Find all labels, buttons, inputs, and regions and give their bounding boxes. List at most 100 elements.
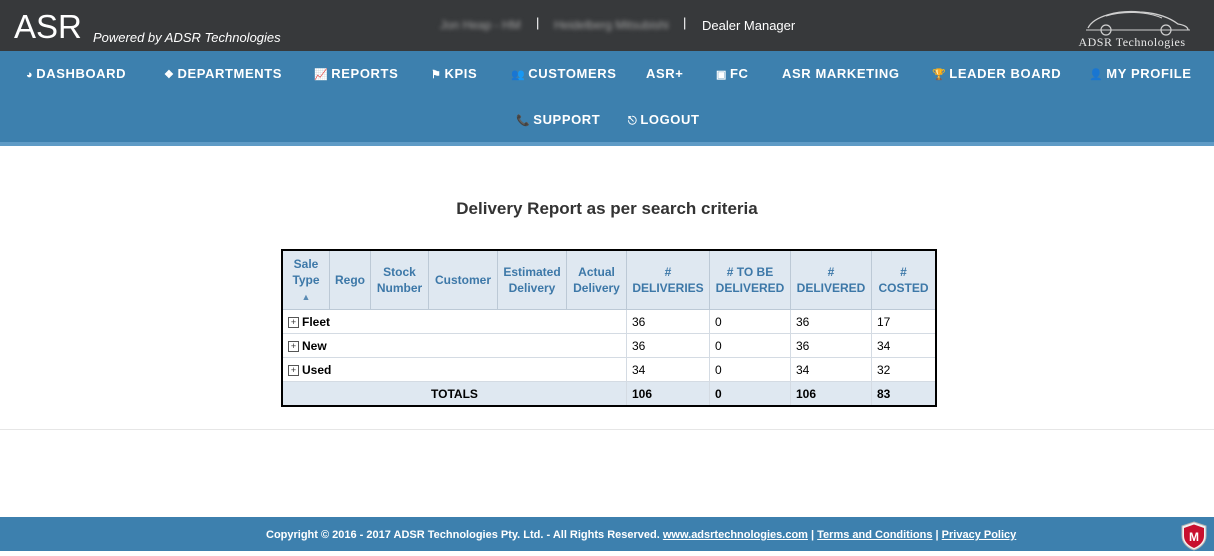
nav-dashboard[interactable]: ◕ DASHBOARD	[26, 66, 126, 81]
col-delivered[interactable]: # DELIVERED	[790, 249, 872, 310]
table-row: + Fleet 36 0 36 17	[281, 309, 937, 334]
nav-label: CUSTOMERS	[528, 66, 617, 81]
money-icon: ▣	[716, 69, 727, 81]
delivered-cell: 36	[790, 309, 872, 334]
page-footer: Copyright © 2016 - 2017 ADSR Technologie…	[0, 517, 1214, 551]
group-cell: + Fleet	[281, 309, 627, 334]
user-name: Jon Heap - HM	[440, 18, 521, 32]
header-text: #	[664, 265, 672, 279]
delivery-report-table: Sale Type ▲ Rego Stock Number Customer Es…	[281, 249, 937, 407]
col-actual-delivery[interactable]: Actual Delivery	[566, 249, 627, 310]
nav-label: FC	[730, 66, 749, 81]
car-logo-icon	[1086, 10, 1190, 36]
expand-icon[interactable]: +	[288, 316, 299, 328]
nav-reports[interactable]: 📈 REPORTS	[314, 66, 398, 81]
app-brand[interactable]: ASR	[14, 9, 82, 45]
group-label: Used	[302, 362, 332, 377]
nav-label: DEPARTMENTS	[177, 66, 283, 81]
nav-departments[interactable]: ❖ DEPARTMENTS	[164, 66, 282, 81]
sort-asc-icon: ▲	[301, 291, 311, 302]
header-text: Customer	[434, 273, 491, 287]
table-header-row: Sale Type ▲ Rego Stock Number Customer Es…	[281, 249, 937, 310]
col-estimated-delivery[interactable]: Estimated Delivery	[497, 249, 567, 310]
to-be-delivered-cell: 0	[709, 357, 791, 382]
header-text: Delivery	[508, 281, 556, 295]
users-icon: 👥	[511, 69, 526, 81]
col-rego[interactable]: Rego	[329, 249, 371, 310]
security-badge-icon[interactable]: M	[1180, 521, 1208, 551]
nav-leader-board[interactable]: 🏆 LEADER BOARD	[932, 66, 1061, 81]
footer-separator: |	[935, 529, 939, 541]
report-title: Delivery Report as per search criteria	[456, 199, 758, 218]
header-text: DELIVERED	[796, 281, 866, 295]
shield-icon: M	[1181, 521, 1207, 551]
nav-customers[interactable]: 👥 CUSTOMERS	[511, 66, 617, 81]
nav-label: SUPPORT	[533, 112, 601, 127]
deliveries-cell: 34	[626, 357, 710, 382]
header-separator: |	[536, 15, 540, 30]
footer-separator: |	[811, 529, 815, 541]
expand-icon[interactable]: +	[288, 364, 299, 376]
nav-kpis[interactable]: ⚑ KPIS	[431, 66, 477, 81]
terms-link[interactable]: Terms and Conditions	[817, 529, 932, 541]
to-be-delivered-cell: 0	[709, 333, 791, 358]
header-text: Stock	[383, 265, 416, 279]
group-cell: + Used	[281, 357, 627, 382]
nav-fc[interactable]: ▣ FC	[716, 66, 749, 81]
header-text: #	[900, 265, 907, 279]
user-role: Dealer Manager	[702, 18, 796, 33]
header-text: COSTED	[878, 281, 929, 295]
nav-label: ASR MARKETING	[782, 66, 900, 81]
expand-icon[interactable]: +	[288, 340, 299, 352]
footer-text: Copyright © 2016 - 2017 ADSR Technologie…	[266, 529, 1016, 541]
delivered-cell: 34	[790, 357, 872, 382]
header-text: DELIVERIES	[632, 281, 704, 295]
nav-label: MY PROFILE	[1106, 66, 1192, 81]
deliveries-cell: 36	[626, 309, 710, 334]
badge-letter: M	[1189, 530, 1199, 544]
adsr-logo: ADSR Technologies	[1066, 6, 1198, 49]
header-text: Type	[292, 272, 320, 287]
total-delivered: 106	[790, 381, 872, 407]
privacy-link[interactable]: Privacy Policy	[942, 529, 1017, 541]
total-deliveries: 106	[626, 381, 710, 407]
costed-cell: 34	[871, 333, 937, 358]
header-text: Number	[376, 281, 423, 295]
nav-label: DASHBOARD	[36, 66, 127, 81]
nav-support[interactable]: 📞 SUPPORT	[516, 112, 600, 127]
nav-asr-plus[interactable]: ASR+	[646, 66, 683, 81]
deliveries-cell: 36	[626, 333, 710, 358]
nav-label: ASR+	[646, 66, 684, 81]
group-cell: + New	[281, 333, 627, 358]
to-be-delivered-cell: 0	[709, 309, 791, 334]
line-chart-icon: 📈	[314, 69, 329, 81]
flag-icon: ⚑	[431, 69, 442, 81]
main-nav: ◕ DASHBOARD ❖ DEPARTMENTS 📈 REPORTS ⚑ KPIS 👥…	[0, 51, 1214, 142]
nav-my-profile[interactable]: 👤 MY PROFILE	[1089, 66, 1192, 81]
col-sale-type[interactable]: Sale Type ▲	[281, 249, 330, 310]
totals-label: TOTALS	[281, 381, 627, 407]
content-divider	[0, 429, 1214, 430]
col-customer[interactable]: Customer	[428, 249, 498, 310]
cubes-icon: ❖	[164, 69, 175, 81]
top-bar: ASR Powered by ADSR Technologies Jon Hea…	[0, 0, 1214, 51]
col-costed[interactable]: # COSTED	[871, 249, 937, 310]
nav-logout[interactable]: ⎋ LOGOUT	[628, 112, 700, 128]
col-stock-number[interactable]: Stock Number	[370, 249, 429, 310]
nav-asr-marketing[interactable]: ASR MARKETING	[782, 66, 900, 81]
website-link[interactable]: www.adsrtechnologies.com	[663, 529, 808, 541]
trophy-icon: 🏆	[932, 69, 947, 81]
nav-underline	[0, 142, 1214, 146]
sign-out-icon: ⎋	[628, 115, 638, 127]
header-text: Delivery	[573, 281, 620, 295]
col-to-be-delivered[interactable]: # TO BE DELIVERED	[709, 249, 791, 310]
group-label: Fleet	[302, 314, 331, 329]
nav-label: LOGOUT	[640, 112, 700, 127]
header-text: Rego	[335, 273, 365, 287]
user-icon: 👤	[1089, 69, 1104, 81]
total-costed: 83	[871, 381, 937, 407]
header-text: # TO BE	[726, 265, 774, 279]
col-deliveries[interactable]: # DELIVERIES	[626, 249, 710, 310]
nav-label: REPORTS	[331, 66, 399, 81]
logo-text: ADSR Technologies	[1078, 35, 1186, 49]
